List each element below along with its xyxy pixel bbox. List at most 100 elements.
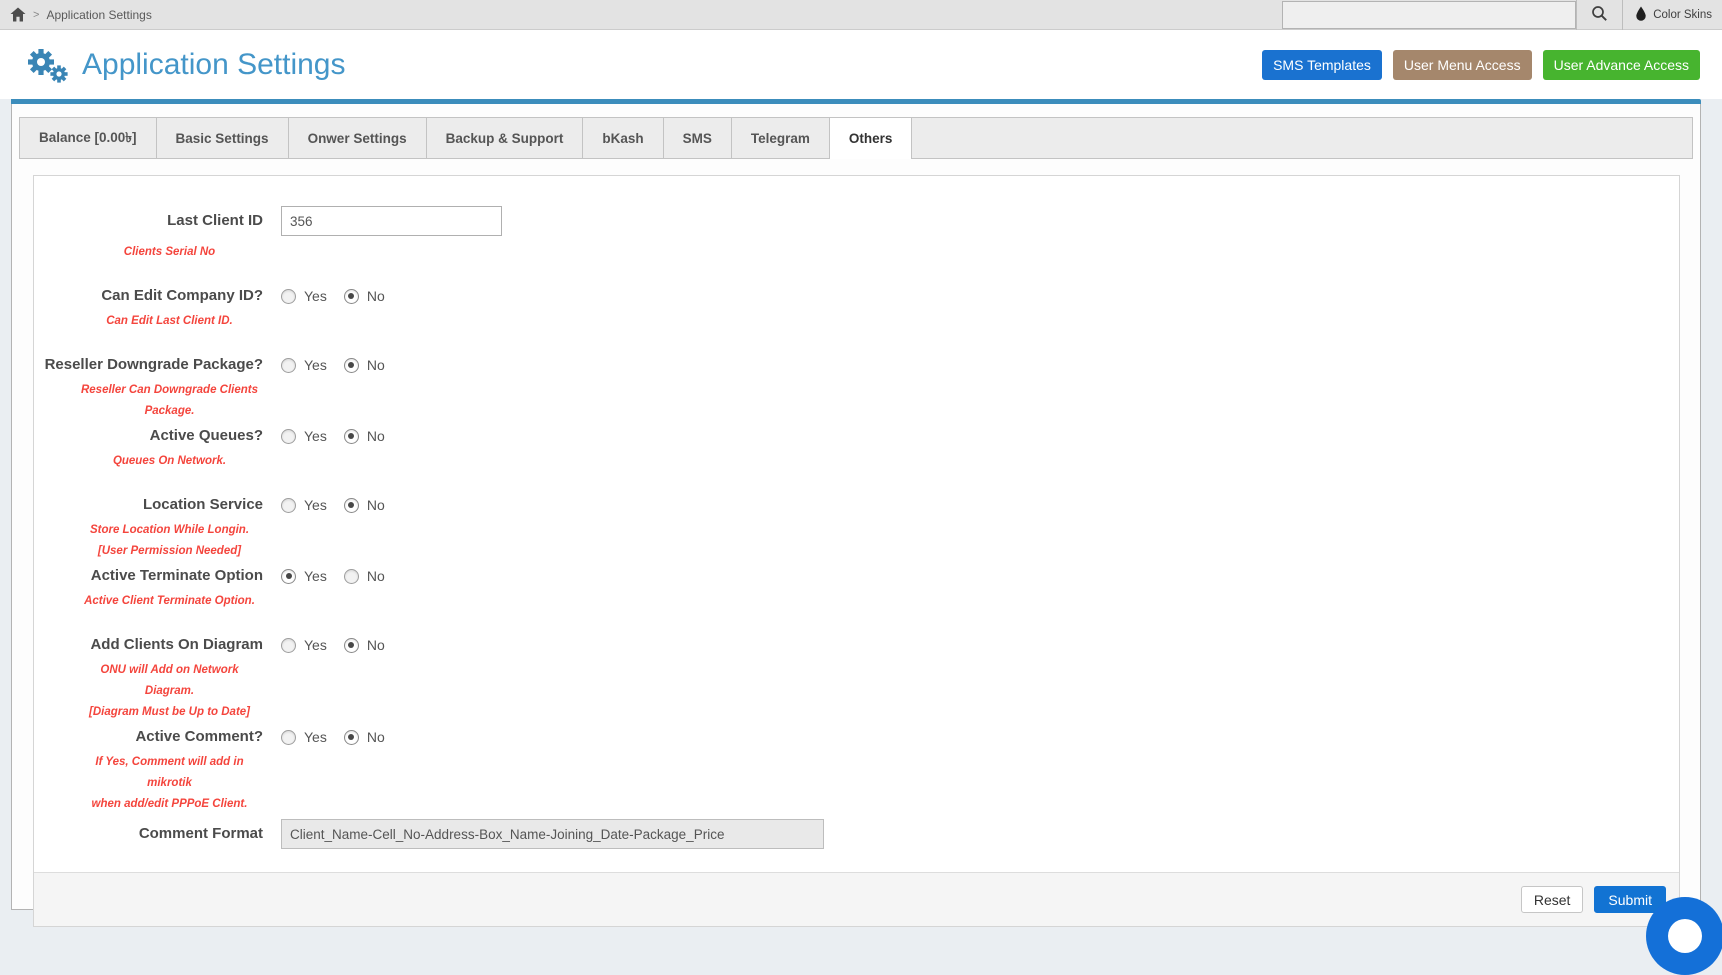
form-row-active-terminate-option: Active Terminate Option Active Client Ter… (34, 566, 1679, 612)
label-column: Active Comment?If Yes, Comment will add … (34, 727, 263, 815)
label-column: Active Terminate Option Active Client Ter… (34, 566, 263, 612)
add-clients-on-diagram-radio-no[interactable]: No (344, 635, 385, 655)
add-clients-on-diagram-radio-yes[interactable]: Yes (281, 635, 327, 655)
gears-icon (26, 47, 70, 83)
radio-icon-yes[interactable] (281, 358, 296, 373)
radio-icon-no-selected[interactable] (344, 358, 359, 373)
radio-label: No (367, 357, 385, 373)
field-helper-text: [User Permission Needed] (34, 541, 263, 562)
search-button[interactable] (1576, 0, 1623, 30)
field-helper-text: Reseller Can Downgrade Clients (34, 380, 263, 401)
field-helper-text: Active Client Terminate Option. (34, 591, 263, 612)
label-column: Can Edit Company ID? Can Edit Last Client… (34, 286, 263, 332)
active-queues-radio-no[interactable]: No (344, 426, 385, 446)
reseller-downgrade-package-radio-no[interactable]: No (344, 355, 385, 375)
header-buttons: SMS Templates User Menu Access User Advanc… (1262, 50, 1700, 80)
radio-label: Yes (304, 288, 327, 304)
sms-templates-button[interactable]: SMS Templates (1262, 50, 1382, 80)
radio-icon-no-selected[interactable] (344, 638, 359, 653)
last-client-id-input[interactable] (281, 206, 502, 236)
radio-icon-yes[interactable] (281, 289, 296, 304)
control-column: Yes No (281, 727, 402, 815)
active-terminate-option-radio-no[interactable]: No (344, 566, 385, 586)
topbar-right: Color Skins (1282, 0, 1722, 29)
field-label: Add Clients On Diagram (34, 635, 263, 654)
tab-sms[interactable]: SMS (664, 118, 732, 158)
control-column: Yes No (281, 635, 402, 723)
field-helper-text: Store Location While Longin. (34, 520, 263, 541)
tab-onwer-settings[interactable]: Onwer Settings (289, 118, 427, 158)
settings-panel: Last Client IDClients Serial No Can Edit … (33, 175, 1680, 927)
user-menu-access-button[interactable]: User Menu Access (1393, 50, 1532, 80)
radio-icon-yes-selected[interactable] (281, 569, 296, 584)
radio-icon-yes[interactable] (281, 730, 296, 745)
tab-others[interactable]: Others (830, 118, 913, 158)
radio-label: Yes (304, 729, 327, 745)
top-bar: > Application Settings Color Skins (0, 0, 1722, 30)
form-row-location-service: Location ServiceStore Location While Lon… (34, 495, 1679, 562)
location-service-radio-yes[interactable]: Yes (281, 495, 327, 515)
form-rows: Last Client IDClients Serial No Can Edit … (34, 176, 1679, 849)
color-skins-button[interactable]: Color Skins (1623, 6, 1722, 24)
radio-icon-no-selected[interactable] (344, 730, 359, 745)
label-column: Last Client IDClients Serial No (34, 206, 263, 263)
radio-label: Yes (304, 497, 327, 513)
reseller-downgrade-package-radio-yes[interactable]: Yes (281, 355, 327, 375)
color-skins-label: Color Skins (1653, 9, 1712, 21)
radio-label: Yes (304, 637, 327, 653)
active-comment-radio-no[interactable]: No (344, 727, 385, 747)
tab-balance-0-00[interactable]: Balance [0.00৳] (20, 118, 157, 158)
panel-footer: Reset Submit (34, 872, 1679, 926)
radio-icon-no[interactable] (344, 569, 359, 584)
field-label: Active Terminate Option (34, 566, 263, 585)
field-helper-text: If Yes, Comment will add in mikrotik (34, 752, 263, 794)
home-icon[interactable] (10, 7, 26, 22)
radio-label: Yes (304, 568, 327, 584)
field-label: Can Edit Company ID? (34, 286, 263, 305)
radio-icon-no-selected[interactable] (344, 289, 359, 304)
active-terminate-option-radio-yes[interactable]: Yes (281, 566, 327, 586)
label-column: Add Clients On Diagram ONU will Add on Ne… (34, 635, 263, 723)
form-row-active-queues: Active Queues? Queues On Network. Yes No (34, 426, 1679, 472)
radio-label: No (367, 568, 385, 584)
form-row-active-comment: Active Comment?If Yes, Comment will add … (34, 727, 1679, 815)
floating-widget-button[interactable] (1646, 897, 1722, 975)
control-column: Yes No (281, 566, 402, 612)
radio-label: No (367, 288, 385, 304)
form-row-reseller-downgrade-package: Reseller Downgrade Package?Reseller Can … (34, 355, 1679, 422)
can-edit-company-id-radio-yes[interactable]: Yes (281, 286, 327, 306)
can-edit-company-id-radio-no[interactable]: No (344, 286, 385, 306)
comment-format-input[interactable] (281, 819, 824, 849)
field-helper-text: ONU will Add on Network Diagram. (34, 660, 263, 702)
radio-label: No (367, 637, 385, 653)
active-queues-radio-yes[interactable]: Yes (281, 426, 327, 446)
breadcrumb[interactable]: Application Settings (46, 8, 151, 22)
field-helper-text: Queues On Network. (34, 451, 263, 472)
radio-icon-yes[interactable] (281, 429, 296, 444)
control-column: Yes No (281, 286, 402, 332)
form-row-add-clients-on-diagram: Add Clients On Diagram ONU will Add on Ne… (34, 635, 1679, 723)
radio-icon-yes[interactable] (281, 638, 296, 653)
radio-label: No (367, 729, 385, 745)
radio-icon-no-selected[interactable] (344, 429, 359, 444)
tab-basic-settings[interactable]: Basic Settings (157, 118, 289, 158)
location-service-radio-no[interactable]: No (344, 495, 385, 515)
field-label: Last Client ID (34, 206, 263, 236)
radio-icon-yes[interactable] (281, 498, 296, 513)
page-header: Application Settings SMS TemplatesUser M… (0, 30, 1722, 99)
field-helper-text: [Diagram Must be Up to Date] (34, 702, 263, 723)
form-row-can-edit-company-id: Can Edit Company ID? Can Edit Last Client… (34, 286, 1679, 332)
radio-icon-no-selected[interactable] (344, 498, 359, 513)
form-row-comment-format: Comment Format (34, 819, 1679, 849)
field-helper-text: Can Edit Last Client ID. (34, 311, 263, 332)
reset-button[interactable]: Reset (1521, 886, 1584, 913)
active-comment-radio-yes[interactable]: Yes (281, 727, 327, 747)
field-label: Active Queues? (34, 426, 263, 445)
tab-bkash[interactable]: bKash (583, 118, 663, 158)
search-input[interactable] (1282, 1, 1576, 29)
user-advance-access-button[interactable]: User Advance Access (1543, 50, 1700, 80)
tab-telegram[interactable]: Telegram (732, 118, 830, 158)
label-column: Location ServiceStore Location While Lon… (34, 495, 263, 562)
tab-backup-support[interactable]: Backup & Support (427, 118, 584, 158)
radio-label: Yes (304, 357, 327, 373)
